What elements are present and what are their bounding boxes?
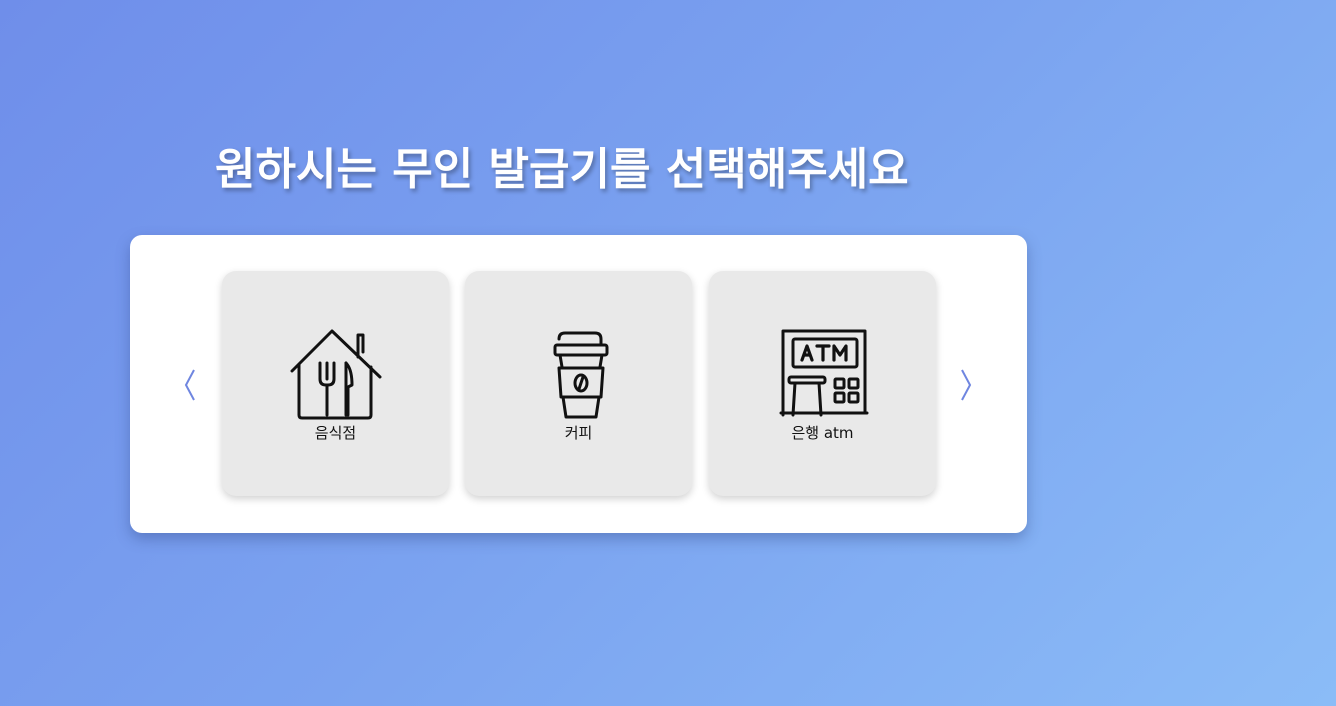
page-title: 원하시는 무인 발급기를 선택해주세요 [215,144,909,195]
kiosk-card-restaurant[interactable]: 음식점 [222,271,449,496]
kiosk-card-atm[interactable]: 은행 atm [709,271,936,496]
restaurant-house-icon [290,329,381,420]
carousel-next-button[interactable] [954,363,978,407]
chevron-right-icon [961,369,972,401]
kiosk-selection-panel: 음식점 커피 은행 atm [130,235,1027,533]
carousel-prev-button[interactable] [178,363,202,407]
atm-machine-icon [779,329,868,417]
coffee-cup-icon [553,331,608,419]
card-label: 음식점 [314,424,357,442]
card-label: 커피 [564,424,593,442]
card-label: 은행 atm [791,424,854,442]
chevron-left-icon [184,369,195,401]
kiosk-card-coffee[interactable]: 커피 [465,271,692,496]
